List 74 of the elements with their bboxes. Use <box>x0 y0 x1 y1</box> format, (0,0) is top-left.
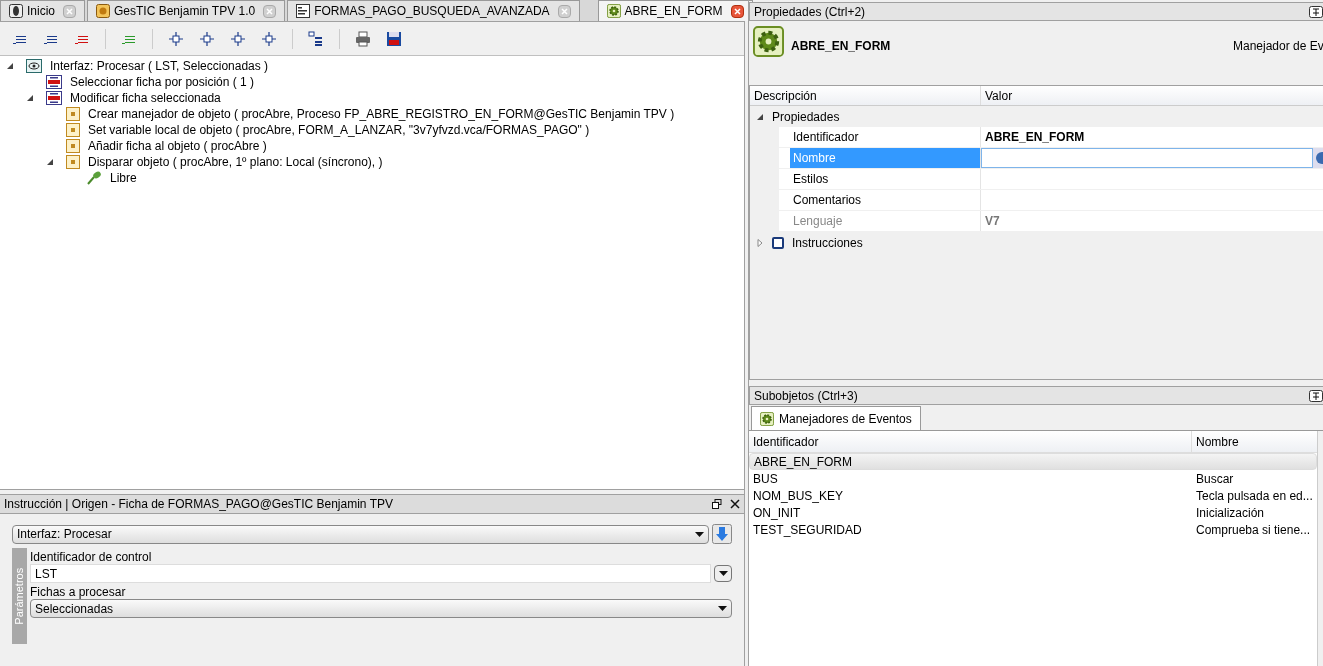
move-icon[interactable] <box>230 30 246 47</box>
block-icon <box>66 107 80 121</box>
collapse-arrow-icon[interactable] <box>46 158 54 166</box>
object-type: Manejador de Ev <box>1233 38 1323 55</box>
field-label: Identificador de control <box>30 549 153 564</box>
block-icon <box>66 123 80 137</box>
record-icon <box>46 75 62 89</box>
tree-item[interactable]: Crear manejador de objeto ( procAbre, Proceso FP_ABRE_REGISTRO_EN_FORM@GesTIC Benjamin TPV ) <box>88 105 675 123</box>
tree-item[interactable]: Set variable local de objeto ( procAbre, FORM_A_LANZAR, "3v7yfvzd.vca/FORMAS_PAGO" ) <box>88 121 590 139</box>
property-name[interactable]: Identificador <box>790 127 981 147</box>
pdf-icon[interactable] <box>386 30 402 47</box>
expand-arrow-icon[interactable] <box>756 238 764 247</box>
move-icon[interactable] <box>199 30 215 47</box>
caret-icon <box>695 531 704 537</box>
records-select[interactable]: Seleccionadas <box>30 599 732 618</box>
field-label: Fichas a procesar <box>30 584 127 599</box>
column-header[interactable]: Valor <box>981 86 1323 105</box>
tree-item[interactable]: Disparar objeto ( procAbre, 1º plano: Local (síncrono), ) <box>88 153 383 171</box>
globe-icon[interactable] <box>1312 148 1323 168</box>
block-icon <box>66 155 80 169</box>
tree-item[interactable]: Seleccionar ficha por posición ( 1 ) <box>70 73 255 91</box>
block-icon <box>66 139 80 153</box>
gear-icon <box>760 411 774 426</box>
record-icon <box>46 91 62 105</box>
property-value: V7 <box>984 213 1001 230</box>
parameters-label: Parámetros <box>12 567 27 625</box>
pin-icon[interactable] <box>1308 5 1323 18</box>
collapse-arrow-icon[interactable] <box>756 112 764 121</box>
tree-item[interactable]: Libre <box>110 169 137 187</box>
column-header[interactable]: Descripción <box>750 86 981 105</box>
gear-icon <box>606 4 621 18</box>
event-row[interactable]: BUS Buscar <box>749 470 1317 487</box>
name-input[interactable] <box>981 148 1313 168</box>
tree-item[interactable]: Interfaz: Procesar ( LST, Seleccionadas ) <box>50 57 269 75</box>
move-icon[interactable] <box>168 30 184 47</box>
editor-tab[interactable]: ABRE_EN_FORM <box>597 0 753 21</box>
event-row[interactable]: ABRE_EN_FORM <box>749 453 1317 470</box>
property-value: ABRE_EN_FORM <box>984 129 1086 146</box>
pin-icon[interactable] <box>1308 389 1323 402</box>
tree-item[interactable]: Añadir ficha al objeto ( procAbre ) <box>88 137 267 155</box>
tree-item[interactable]: Modificar ficha seleccionada <box>70 89 221 107</box>
group-label[interactable]: Instrucciones <box>792 233 863 252</box>
panel-title: Instrucción | Origen - Ficha de FORMAS_PAGO@GesTIC Benjamin TPV <box>4 496 394 513</box>
collapse-arrow-icon[interactable] <box>6 62 14 70</box>
editor-tab[interactable]: FORMAS_PAGO_BUSQUEDA_AVANZADA <box>287 0 580 21</box>
control-id-field[interactable]: LST <box>30 564 711 583</box>
column-header[interactable]: Nombre <box>1192 431 1317 452</box>
panel-title: Subobjetos (Ctrl+3) <box>754 387 859 405</box>
event-row[interactable]: TEST_SEGURIDAD Comprueba si tiene... <box>749 521 1317 538</box>
caret-icon <box>718 571 728 576</box>
collapse-arrow-icon[interactable] <box>26 94 34 102</box>
group-label[interactable]: Propiedades <box>772 107 840 126</box>
restore-icon[interactable] <box>712 499 722 509</box>
instruction-select[interactable]: Interfaz: Procesar <box>12 524 709 544</box>
close-icon[interactable] <box>730 4 744 18</box>
gear-icon <box>753 26 784 57</box>
panel-title: Propiedades (Ctrl+2) <box>754 3 867 21</box>
column-header[interactable]: Identificador <box>749 431 1192 452</box>
eye-icon <box>26 59 42 73</box>
square-icon <box>772 236 784 249</box>
object-name: ABRE_EN_FORM <box>791 38 891 55</box>
form-icon <box>296 4 311 18</box>
event-row[interactable]: ON_INIT Inicialización <box>749 504 1317 521</box>
subobjects-tab[interactable]: Manejadores de Eventos <box>751 406 921 430</box>
dropdown-button[interactable] <box>714 565 732 582</box>
move-icon[interactable] <box>261 30 277 47</box>
event-row[interactable]: NOM_BUS_KEY Tecla pulsada en ed... <box>749 487 1317 504</box>
print-icon[interactable] <box>355 30 371 47</box>
caret-icon <box>718 606 727 611</box>
editor-tab[interactable]: GesTIC Benjamin TPV 1.0 <box>87 0 286 21</box>
tree-view-icon[interactable] <box>308 30 324 47</box>
close-icon[interactable] <box>730 499 740 509</box>
editor-tab[interactable]: Inicio <box>0 0 85 21</box>
gear-icon <box>96 4 110 18</box>
